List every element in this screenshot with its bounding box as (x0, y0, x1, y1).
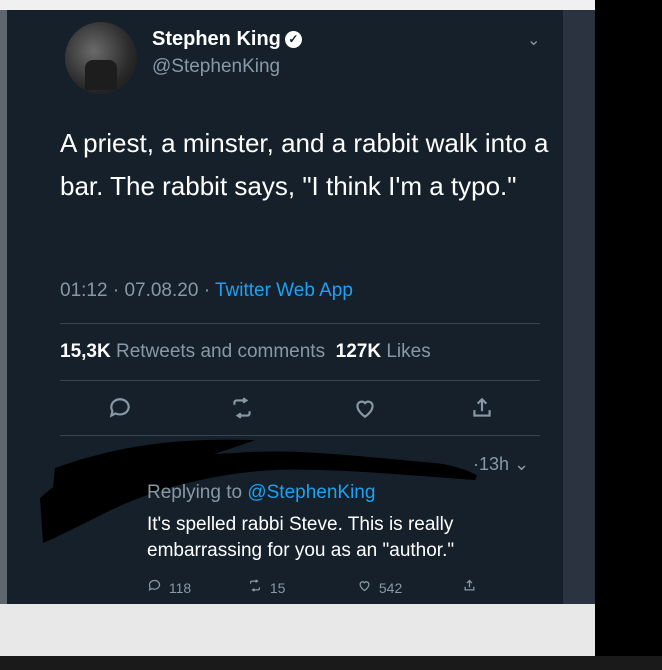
tweet-source-link[interactable]: Twitter Web App (215, 280, 353, 301)
meta-separator: · (203, 280, 211, 301)
tweet-actions (67, 395, 527, 425)
author-handle[interactable]: @StephenKing (152, 56, 280, 78)
share-icon[interactable] (467, 395, 497, 425)
reply-retweet-button[interactable]: 15 (247, 578, 285, 596)
reply-reply-count: 118 (168, 580, 192, 596)
verified-icon: ✓ (284, 31, 302, 49)
tweet-text: A priest, a minster, and a rabbit walk i… (60, 128, 549, 201)
retweet-icon (250, 579, 260, 592)
tweet-date: 07.08.20 (124, 280, 199, 301)
meta-separator: · (112, 280, 120, 301)
chevron-down-icon[interactable]: ⌄ (527, 30, 540, 50)
reply-text: It's spelled rabbi Steve. This is really… (147, 514, 455, 561)
tweet-screenshot: Stephen King ✓ @StephenKing ⌄ A priest, a… (7, 10, 595, 604)
tweet-meta: 01:12 · 07.08.20 · Twitter Web App (60, 280, 353, 302)
retweets-label[interactable]: Retweets and comments (116, 341, 325, 362)
reply-retweet-count: 15 (269, 580, 286, 596)
likes-count[interactable]: 127K (336, 341, 381, 362)
heart-icon[interactable] (350, 395, 380, 425)
reply-like-count: 542 (378, 580, 403, 596)
reply-like-button[interactable]: 542 (357, 578, 402, 596)
avatar[interactable] (65, 22, 137, 94)
divider (60, 323, 540, 324)
author-name-text: Stephen King (152, 28, 281, 50)
likes-label[interactable]: Likes (386, 341, 430, 362)
window-top-edge (0, 0, 595, 10)
bottom-bar (0, 604, 595, 656)
reply-icon[interactable] (105, 395, 135, 425)
share-icon (464, 579, 475, 591)
retweet-icon[interactable] (227, 395, 257, 425)
panel-edge (563, 10, 595, 604)
tweet-stats: 15,3K Retweets and comments 127K Likes (60, 341, 431, 363)
bottom-strip (0, 656, 662, 670)
retweets-count[interactable]: 15,3K (60, 341, 111, 362)
replying-prefix: Replying to (147, 482, 243, 503)
reply-time: ·13h ⌄ (473, 454, 530, 474)
right-black-area (595, 0, 662, 656)
replying-handle-link[interactable]: @StephenKing (247, 482, 375, 503)
tweet-time: 01:12 (60, 280, 108, 301)
divider (60, 380, 540, 381)
reply-actions: 118 15 542 (147, 578, 507, 600)
replying-to: Replying to @StephenKing (147, 482, 375, 504)
author-name[interactable]: Stephen King ✓ (152, 28, 302, 51)
left-edge (0, 10, 7, 604)
reply-icon (148, 579, 161, 592)
reply-share-button[interactable] (462, 578, 480, 596)
heart-icon (359, 581, 370, 592)
reply-reply-button[interactable]: 118 (147, 578, 191, 596)
